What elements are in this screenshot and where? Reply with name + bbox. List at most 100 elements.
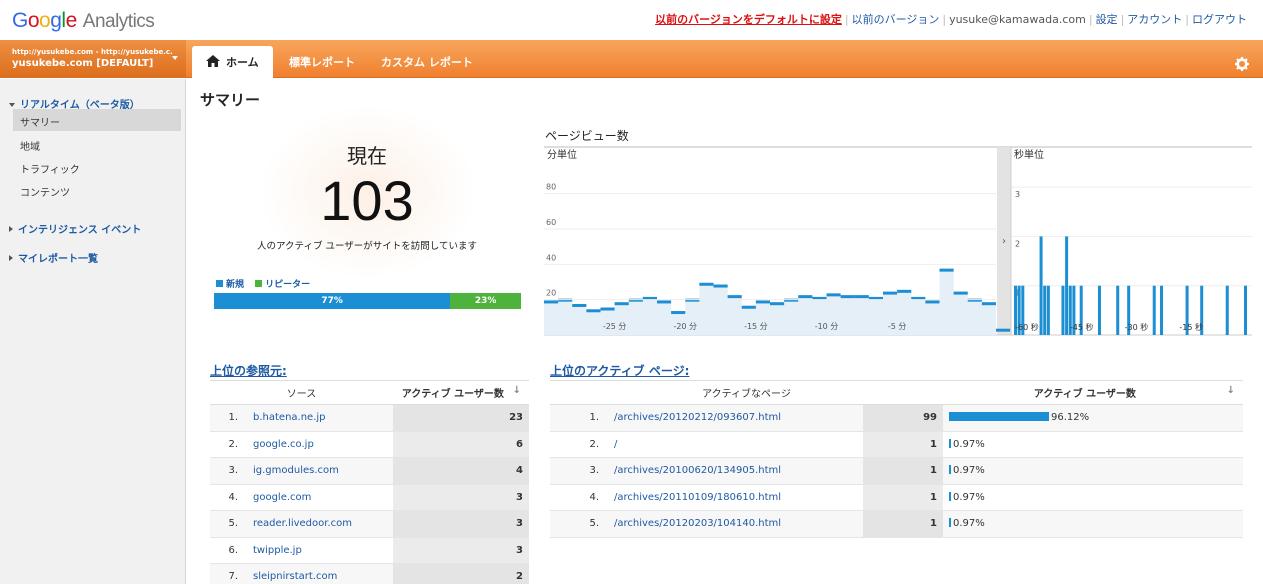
active-user-value: 1 [863,431,943,458]
table-row[interactable]: 2./1 0.97% [550,431,1243,458]
y-tick-label: 2 [1015,239,1020,248]
table-row[interactable]: 4. google.com 3 [210,484,529,511]
gear-icon[interactable] [1235,57,1249,71]
sidebar-section-label: マイレポート一覧 [18,254,98,265]
logo-analytics-text: Analytics [82,11,155,32]
source-link[interactable]: ig.gmodules.com [246,457,393,485]
visitor-legend: 新規 リピーター [216,277,310,290]
table-row[interactable]: 2. google.co.jp 6 [210,431,529,458]
account-selector[interactable]: http://yusukebe.com - http://yusukebe.c.… [0,40,186,78]
minute-data-point [925,300,940,304]
minute-data-point [727,295,742,299]
x-tick-label: -25 分 [603,322,627,331]
percentage-cell: 96.12% [943,404,1243,432]
page-path-link[interactable]: /archives/20120203/104140.html [607,510,863,538]
table-row[interactable]: 5./archives/20120203/104140.html 1 0.97% [550,510,1243,538]
home-icon [206,55,220,70]
source-link[interactable]: reader.livedoor.com [246,510,393,538]
percentage-bar [949,518,951,528]
active-user-value: 3 [393,510,529,538]
table-row[interactable]: 3./archives/20100620/134905.html 1 0.97% [550,457,1243,485]
sort-down-icon[interactable]: ↓ [1227,385,1235,396]
minute-data-point [544,300,559,304]
tab-home[interactable]: ホーム [192,46,273,79]
legend-swatch-returning [255,280,263,287]
tab-standard-reports[interactable]: 標準レポート [289,46,355,79]
source-link[interactable]: twipple.jp [246,537,393,564]
account-name: yusukebe.com [DEFAULT] [12,58,154,69]
source-link[interactable]: google.com [246,484,393,511]
source-link[interactable]: sleipnirstart.com [246,563,393,584]
minute-data-point [713,284,728,288]
minute-data-point [939,268,954,272]
minute-data-point [600,307,615,311]
percentage-label: 96.12% [1051,412,1090,424]
page-path-link[interactable]: /archives/20110109/180610.html [607,484,863,511]
table-row[interactable]: 3. ig.gmodules.com 4 [210,457,529,485]
sidebar-section-myreports[interactable]: マイレポート一覧 [9,250,98,265]
sort-down-icon[interactable]: ↓ [513,385,521,396]
page-path-link[interactable]: / [607,431,863,458]
logout-link[interactable]: ログアウト [1192,13,1247,26]
legend-new: 新規 [226,280,245,290]
row-rank: 6. [210,537,246,564]
account-link[interactable]: アカウント [1127,13,1182,26]
percentage-cell: 0.97% [943,431,1243,458]
minute-data-point [558,298,573,302]
legend-returning: リピーター [265,280,311,290]
row-rank: 2. [210,431,246,458]
x-tick-label: -20 分 [673,322,697,331]
old-version-link[interactable]: 以前のバージョン [852,13,940,26]
table-row[interactable]: 5. reader.livedoor.com 3 [210,510,529,538]
referrers-title[interactable]: 上位の参照元: [210,362,287,379]
col-active-users[interactable]: アクティブ ユーザー数 ↓ [943,380,1243,405]
page-path-link[interactable]: /archives/20120212/093607.html [607,404,863,432]
second-bar [1244,285,1247,335]
row-rank: 4. [550,484,607,511]
percentage-cell: 0.97% [943,484,1243,511]
tab-home-label: ホーム [226,56,259,69]
active-user-value: 3 [393,537,529,564]
row-rank: 1. [210,404,246,432]
minute-data-point [741,305,756,309]
source-link[interactable]: google.co.jp [246,431,393,458]
source-link[interactable]: b.hatena.ne.jp [246,404,393,432]
sidebar-item-summary[interactable]: サマリー [13,109,181,131]
sidebar-item-traffic[interactable]: トラフィック [13,156,181,178]
table-row[interactable]: 4./archives/20110109/180610.html 1 0.97% [550,484,1243,511]
minute-data-point [770,302,785,306]
sidebar-section-intelligence[interactable]: インテリジェンス イベント [9,221,141,236]
second-bar [1046,285,1050,335]
active-user-value: 1 [863,510,943,538]
table-row[interactable]: 7. sleipnirstart.com 2 [210,563,529,584]
minute-data-point [981,302,996,306]
minute-data-point [897,289,912,293]
minute-data-point [671,311,686,315]
tab-custom-reports[interactable]: カスタム レポート [381,46,473,79]
table-row[interactable]: 1./archives/20120212/093607.html 99 96.12% [550,404,1243,432]
second-bar [1061,285,1065,335]
percentage-cell: 0.97% [943,510,1243,538]
top-links: 以前のバージョンをデフォルトに設定 | 以前のバージョン | yusuke@kamawa… [655,13,1247,26]
row-rank: 3. [210,457,246,485]
minute-data-point [826,293,841,297]
table-row[interactable]: 6. twipple.jp 3 [210,537,529,564]
sidebar-item-location[interactable]: 地域 [13,133,181,155]
row-rank: 5. [210,510,246,538]
legend-swatch-new [216,280,223,287]
minute-data-point [883,291,898,295]
google-analytics-logo[interactable]: Google Analytics [12,9,155,33]
chevron-down-icon [9,103,15,107]
row-rank: 2. [550,431,607,458]
sidebar-item-content[interactable]: コンテンツ [13,179,181,201]
sidebar-section-label: インテリジェンス イベント [18,225,142,236]
col-active-users[interactable]: アクティブ ユーザー数 ↓ [393,380,529,405]
table-row[interactable]: 1. b.hatena.ne.jp 23 [210,404,529,432]
page-path-link[interactable]: /archives/20100620/134905.html [607,457,863,485]
minute-data-point [572,303,587,307]
settings-link[interactable]: 設定 [1096,13,1118,26]
set-default-link[interactable]: 以前のバージョンをデフォルトに設定 [655,13,842,26]
x-tick-label: -60 秒 [1015,322,1039,332]
minute-data-point [840,295,855,299]
active-pages-title[interactable]: 上位のアクティブ ページ: [550,362,689,379]
